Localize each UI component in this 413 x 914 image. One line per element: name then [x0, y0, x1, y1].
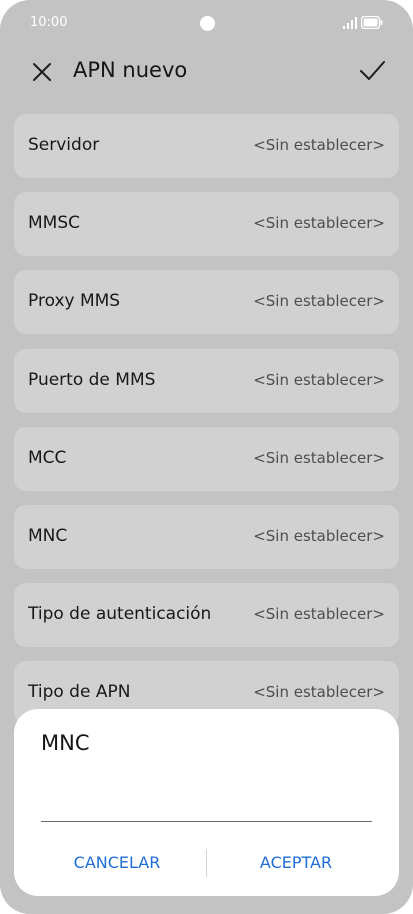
setting-row-mmsc[interactable]: MMSC <Sin establecer>	[14, 192, 399, 256]
setting-value: <Sin establecer>	[253, 136, 385, 154]
setting-label: Tipo de autenticación	[28, 604, 212, 624]
mnc-dialog: MNC CANCELAR ACEPTAR	[14, 709, 399, 896]
close-icon[interactable]	[28, 58, 56, 86]
dialog-title: MNC	[41, 731, 90, 755]
setting-row-puerto-mms[interactable]: Puerto de MMS <Sin establecer>	[14, 349, 399, 413]
setting-label: Servidor	[28, 135, 100, 155]
status-time: 10:00	[30, 15, 68, 30]
setting-row-proxy-mms[interactable]: Proxy MMS <Sin establecer>	[14, 270, 399, 334]
setting-row-tipo-autenticacion[interactable]: Tipo de autenticación <Sin establecer>	[14, 583, 399, 647]
setting-label: Puerto de MMS	[28, 370, 156, 390]
mnc-input[interactable]	[41, 785, 372, 822]
status-bar: 10:00	[0, 0, 413, 46]
accept-button[interactable]: ACEPTAR	[221, 847, 371, 877]
setting-value: <Sin establecer>	[253, 605, 385, 623]
phone-screen: 10:00 APN nuevo Servidor <Sin establecer…	[0, 0, 413, 914]
setting-label: MMSC	[28, 213, 80, 233]
setting-row-mnc[interactable]: MNC <Sin establecer>	[14, 505, 399, 569]
setting-value: <Sin establecer>	[253, 214, 385, 232]
setting-row-mcc[interactable]: MCC <Sin establecer>	[14, 427, 399, 491]
setting-label: MNC	[28, 526, 68, 546]
setting-row-servidor[interactable]: Servidor <Sin establecer>	[14, 114, 399, 178]
page-title: APN nuevo	[73, 58, 188, 82]
signal-icon	[343, 17, 357, 29]
cancel-button[interactable]: CANCELAR	[42, 847, 192, 877]
setting-value: <Sin establecer>	[253, 371, 385, 389]
battery-icon	[361, 16, 383, 29]
camera-cutout	[200, 16, 215, 31]
setting-value: <Sin establecer>	[253, 527, 385, 545]
setting-label: Proxy MMS	[28, 291, 121, 311]
setting-value: <Sin establecer>	[253, 292, 385, 310]
button-divider	[206, 849, 207, 877]
setting-label: Tipo de APN	[28, 682, 131, 702]
setting-value: <Sin establecer>	[253, 449, 385, 467]
setting-value: <Sin establecer>	[253, 683, 385, 701]
setting-label: MCC	[28, 448, 67, 468]
app-bar: APN nuevo	[0, 46, 413, 98]
check-icon[interactable]	[357, 56, 387, 86]
